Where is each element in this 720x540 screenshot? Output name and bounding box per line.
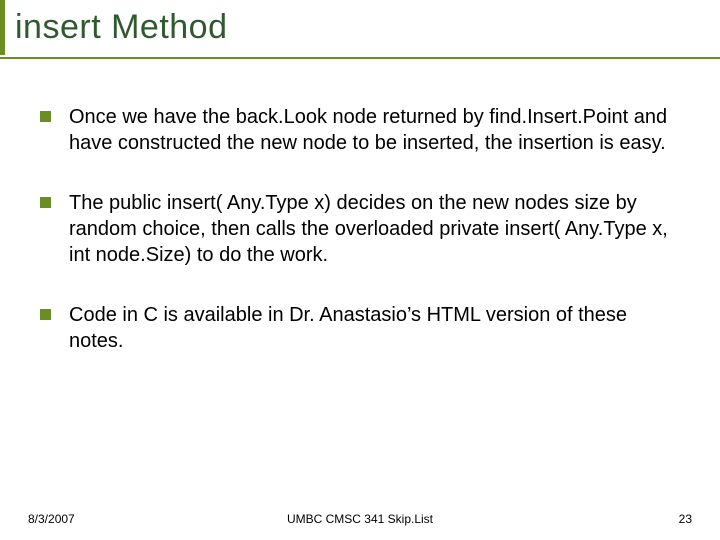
footer-page-number: 23 — [679, 512, 692, 526]
list-item: Once we have the back.Look node returned… — [40, 104, 680, 156]
footer-date: 8/3/2007 — [28, 512, 75, 526]
slide-body: Once we have the back.Look node returned… — [0, 59, 720, 354]
square-bullet-icon — [40, 309, 51, 320]
bullet-text: Code in C is available in Dr. Anastasio’… — [69, 302, 680, 354]
bullet-text: The public insert( Any.Type x) decides o… — [69, 190, 680, 268]
footer-course: UMBC CMSC 341 Skip.List — [287, 512, 433, 526]
title-row: insert Method — [0, 0, 720, 55]
slide-title: insert Method — [15, 8, 720, 47]
slide: insert Method Once we have the back.Look… — [0, 0, 720, 540]
list-item: The public insert( Any.Type x) decides o… — [40, 190, 680, 268]
list-item: Code in C is available in Dr. Anastasio’… — [40, 302, 680, 354]
square-bullet-icon — [40, 111, 51, 122]
square-bullet-icon — [40, 197, 51, 208]
bullet-text: Once we have the back.Look node returned… — [69, 104, 680, 156]
title-block: insert Method — [5, 0, 720, 55]
slide-footer: 8/3/2007 UMBC CMSC 341 Skip.List 23 — [0, 512, 720, 526]
